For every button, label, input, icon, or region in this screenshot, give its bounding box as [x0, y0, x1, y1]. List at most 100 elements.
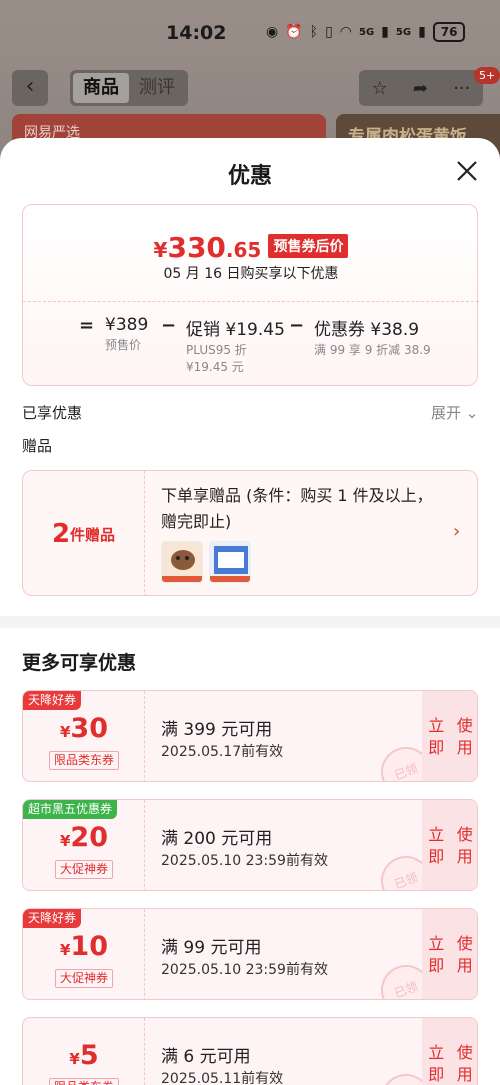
- promo-note-2: ¥19.45 元: [186, 360, 244, 374]
- coupon-type-label: 大促神券: [54, 969, 113, 988]
- section-divider: [0, 616, 500, 628]
- coupon-condition: 满 99 元可用: [161, 938, 262, 958]
- tab-review[interactable]: 测评: [129, 73, 185, 103]
- presale-value: ¥389: [105, 315, 149, 335]
- nav-tabs: 商品 测评: [70, 70, 188, 106]
- coupon-card: 超市黑五优惠券 ¥20 大促神券 满 200 元可用 2025.05.10 23…: [22, 799, 478, 891]
- nav-actions: ☆ ➦ ···: [359, 70, 483, 106]
- expand-label: 展开: [431, 404, 462, 422]
- use-now-button[interactable]: 立即 使用: [422, 1018, 477, 1085]
- coupon-amount: ¥20: [23, 822, 145, 853]
- coupon-amount-value: 30: [70, 713, 108, 744]
- coupon-validity: 2025.05.17前有效: [161, 744, 284, 760]
- coupon-amount-value: 5: [79, 1040, 99, 1071]
- star-icon[interactable]: ☆: [372, 78, 388, 99]
- coupon-amount-value: 10: [70, 931, 108, 962]
- coupon-validity: 2025.05.11前有效: [161, 1071, 284, 1085]
- promo-value: 促销 ¥19.45: [186, 320, 285, 340]
- use-now-button[interactable]: 立即 使用: [422, 691, 477, 781]
- use-now-button[interactable]: 立即 使用: [422, 800, 477, 890]
- coupon-amount: ¥10: [23, 931, 145, 962]
- gift-description: 下单享赠品 (条件：购买 1 件及以上，赠完即止): [161, 486, 433, 531]
- coupon-condition: 满 6 元可用: [161, 1047, 251, 1067]
- price-tag: 预售券后价: [268, 234, 349, 258]
- sheet-title: 优惠: [227, 164, 272, 189]
- coupon-type-label: 大促神券: [54, 860, 113, 879]
- promo-note-1: PLUS95 折: [186, 343, 247, 357]
- coupon-value: 优惠券 ¥38.9: [314, 320, 420, 340]
- status-time: 14:02: [166, 22, 227, 44]
- price-integer: 330: [167, 231, 226, 264]
- minus-sign: −: [289, 315, 305, 336]
- coupon-amount: ¥5: [23, 1040, 145, 1071]
- eye-icon: ◉: [266, 24, 279, 40]
- coupon-type: 大促神券: [23, 967, 145, 988]
- coupon-type: 大促神券: [23, 858, 145, 879]
- more-discounts-title: 更多可享优惠: [22, 652, 137, 674]
- status-bar: 14:02 ◉ ⏰ ᛒ ▯ ◠ 5G ▮ 5G ▮ 76: [0, 0, 500, 66]
- discount-sheet: 优惠 ¥330.65 预售券后价 05 月 16 日购买享以下优惠 = ¥389…: [0, 138, 500, 1085]
- price-divider: [23, 301, 479, 302]
- gift-section-label: 赠品: [22, 437, 53, 455]
- coupon-condition: 满 200 元可用: [161, 829, 273, 849]
- use-now-button[interactable]: 立即 使用: [422, 909, 477, 999]
- coupon-card: 天降好券 ¥10 大促神券 满 99 元可用 2025.05.10 23:59前…: [22, 908, 478, 1000]
- back-button[interactable]: ‹: [12, 70, 48, 106]
- coupon-type: 限品类东券: [23, 749, 145, 770]
- price-breakdown: = ¥389 预售价 − 促销 ¥19.45 PLUS95 折 ¥19.45 元…: [23, 315, 479, 381]
- signal-1-label: 5G: [359, 26, 375, 38]
- coupon-tag: 天降好券: [23, 691, 82, 710]
- coupon-type-label: 限品类东券: [48, 1078, 119, 1085]
- coupon-type-label: 限品类东券: [48, 751, 119, 770]
- gift-count: 2: [51, 519, 71, 549]
- enjoyed-label: 已享优惠: [22, 404, 83, 422]
- close-button[interactable]: [452, 156, 482, 186]
- coupon-amount: ¥30: [23, 713, 145, 744]
- currency-symbol: ¥: [59, 941, 71, 959]
- coupon-validity: 2025.05.10 23:59前有效: [161, 853, 328, 869]
- tab-product[interactable]: 商品: [73, 73, 129, 103]
- coupon-note: 满 99 享 9 折减 38.9: [314, 343, 431, 357]
- alarm-icon: ⏰: [285, 24, 303, 40]
- share-icon[interactable]: ➦: [413, 78, 428, 99]
- signal-2-icon: ▮: [418, 24, 426, 40]
- gift-card[interactable]: 2 件赠品 下单享赠品 (条件：购买 1 件及以上，赠完即止) ›: [22, 470, 478, 596]
- coupon-tag: 超市黑五优惠券: [23, 800, 118, 819]
- gift-image: [161, 541, 203, 583]
- more-icon[interactable]: ···: [453, 78, 470, 99]
- coupon-validity: 2025.05.10 23:59前有效: [161, 962, 328, 978]
- wifi-icon: ◠: [339, 24, 352, 40]
- coupon-amount-panel: 天降好券 ¥30 限品类东券: [23, 691, 145, 781]
- signal-2-label: 5G: [395, 26, 412, 38]
- signal-1-icon: ▮: [381, 24, 389, 40]
- coupon-tag: 天降好券: [23, 909, 82, 928]
- final-price: ¥330.65 预售券后价: [23, 231, 479, 264]
- coupon-card: ¥5 限品类东券 满 6 元可用 2025.05.11前有效 已领 立即使用: [22, 1017, 478, 1085]
- price-currency: ¥: [153, 238, 168, 262]
- price-card: ¥330.65 预售券后价 05 月 16 日购买享以下优惠 = ¥389 预售…: [22, 204, 479, 386]
- coupon-card: 天降好券 ¥30 限品类东券 满 399 元可用 2025.05.17前有效 已…: [22, 690, 478, 782]
- coupon-amount-panel: ¥5 限品类东券: [23, 1018, 145, 1085]
- price-decimal: .65: [225, 238, 262, 262]
- gift-image: [209, 541, 251, 583]
- coupon-amount-value: 20: [70, 822, 108, 853]
- price-subtitle: 05 月 16 日购买享以下优惠: [163, 266, 339, 282]
- currency-symbol: ¥: [59, 832, 71, 850]
- presale-label: 预售价: [105, 338, 142, 352]
- coupon-condition: 满 399 元可用: [161, 720, 273, 740]
- coupon-type: 限品类东券: [23, 1076, 145, 1085]
- close-icon: [457, 161, 477, 181]
- gift-count-unit: 件赠品: [70, 525, 116, 544]
- expand-button[interactable]: 展开 ⌄: [431, 402, 478, 423]
- currency-symbol: ¥: [69, 1050, 80, 1068]
- gift-count-panel: 2 件赠品: [23, 471, 145, 595]
- bluetooth-icon: ᛒ: [309, 24, 319, 40]
- minus-sign: −: [161, 315, 177, 336]
- currency-symbol: ¥: [59, 723, 71, 741]
- message-badge: 5+: [474, 67, 500, 84]
- chevron-right-icon: ›: [453, 521, 461, 542]
- status-icons: ◉ ⏰ ᛒ ▯ ◠ 5G ▮ 5G ▮ 76: [266, 22, 466, 42]
- battery-icon: 76: [432, 22, 466, 42]
- chevron-down-icon: ⌄: [465, 404, 479, 422]
- coupon-amount-panel: 天降好券 ¥10 大促神券: [23, 909, 145, 999]
